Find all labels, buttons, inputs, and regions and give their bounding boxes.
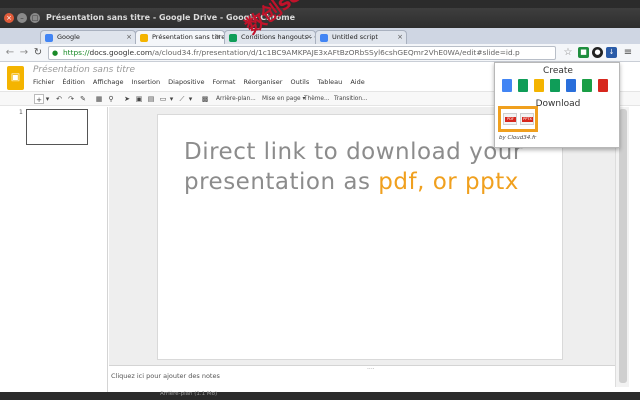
close-tab-icon[interactable]: × — [306, 31, 312, 44]
select-tool-icon[interactable]: ➤ — [122, 94, 132, 104]
shape-icon[interactable]: ▭ — [158, 94, 168, 104]
slide-filmstrip: 1 — [0, 107, 108, 392]
menu-table[interactable]: Tableau — [317, 78, 342, 86]
download-highlight-box: PDF PPTX — [498, 106, 538, 132]
scrollbar-thumb[interactable] — [619, 109, 627, 383]
slides-logo-icon[interactable]: ▣ — [7, 66, 24, 90]
close-window-button[interactable]: × — [4, 13, 14, 23]
menu-slide[interactable]: Diapositive — [168, 78, 204, 86]
line-dropdown-icon[interactable]: ▾ — [187, 94, 194, 104]
menu-bar: Fichier Édition Affichage Insertion Diap… — [33, 78, 371, 90]
menu-view[interactable]: Affichage — [93, 78, 124, 86]
slide[interactable]: Direct link to download your presentatio… — [157, 114, 563, 360]
cloud34-extension-popup: Create Download PDF PPTX by Cloud34.fr — [494, 62, 620, 148]
notes-resize-handle[interactable]: .... — [367, 364, 375, 371]
tab-untitled-script[interactable]: Untitled script × — [315, 30, 407, 44]
text-box-icon[interactable]: ▣ — [134, 94, 144, 104]
menu-file[interactable]: Fichier — [33, 78, 54, 86]
create-sheets-icon[interactable] — [518, 79, 528, 92]
menu-format[interactable]: Format — [213, 78, 236, 86]
browser-window: × – □ Présentation sans titre - Google D… — [0, 0, 640, 400]
download-pptx-button[interactable]: PPTX — [520, 113, 534, 125]
shape-dropdown-icon[interactable]: ▾ — [168, 94, 175, 104]
theme-button[interactable]: Thème... — [304, 94, 330, 104]
close-tab-icon[interactable]: × — [397, 31, 403, 44]
slide-thumbnail[interactable] — [26, 109, 88, 145]
url-scheme: https:// — [63, 48, 90, 57]
line-icon[interactable]: ⟋ — [177, 94, 187, 104]
new-slide-button[interactable]: + — [34, 94, 44, 104]
notes-placeholder: Cliquez ici pour ajouter des notes — [111, 372, 220, 380]
pptx-label: PPTX — [522, 117, 533, 122]
create-icons-row — [502, 79, 620, 93]
lock-icon: ● — [52, 49, 59, 57]
extension-green-icon[interactable]: ■ — [578, 47, 589, 58]
address-bar[interactable]: ● https://docs.google.com/a/cloud34.fr/p… — [48, 46, 556, 60]
menu-help[interactable]: Aide — [350, 78, 364, 86]
background-button[interactable]: Arrière-plan... — [216, 94, 256, 104]
create-sheets2-icon[interactable] — [550, 79, 560, 92]
undo-icon[interactable]: ↶ — [54, 94, 64, 104]
tab-label: Google — [57, 33, 80, 41]
tab-label: Untitled script — [332, 33, 378, 41]
document-title[interactable]: Présentation sans titre — [33, 65, 135, 75]
create-upload-arrow-icon[interactable] — [566, 79, 576, 92]
close-tab-icon[interactable]: × — [126, 31, 132, 44]
slide-number: 1 — [19, 109, 23, 116]
tab-label: Présentation sans titre - G — [152, 33, 225, 41]
popup-footer: by Cloud34.fr — [499, 135, 537, 141]
create-drawings-icon[interactable] — [582, 79, 592, 92]
menu-insert[interactable]: Insertion — [132, 78, 161, 86]
chrome-menu-icon[interactable]: ≡ — [622, 46, 634, 60]
comment-icon[interactable]: ▩ — [200, 94, 210, 104]
zoom-fit-icon[interactable]: ▦ — [94, 94, 104, 104]
image-icon[interactable]: ▤ — [146, 94, 156, 104]
new-slide-dropdown-icon[interactable]: ▾ — [44, 94, 51, 104]
tab-strip: Google × Présentation sans titre - G × C… — [0, 28, 640, 44]
zoom-icon[interactable]: ⚲ — [106, 94, 116, 104]
cloud34-extension-icon[interactable]: ↓ — [606, 47, 617, 58]
back-arrow-icon[interactable]: ← — [4, 46, 16, 60]
reload-icon[interactable]: ↻ — [32, 46, 44, 60]
extension-black-icon[interactable]: ● — [592, 47, 603, 58]
pdf-label: PDF — [505, 117, 516, 122]
tab-presentation[interactable]: Présentation sans titre - G × — [135, 30, 225, 44]
maximize-window-button[interactable]: □ — [30, 13, 40, 23]
slides-favicon-icon — [140, 34, 148, 42]
bookmark-star-icon[interactable]: ☆ — [562, 46, 574, 60]
vertical-scrollbar[interactable] — [615, 107, 629, 387]
forward-arrow-icon[interactable]: → — [18, 46, 30, 60]
menu-arrange[interactable]: Réorganiser — [244, 78, 283, 86]
status-bar: Arrière-plan (1.1 Mo) — [0, 391, 640, 400]
window-titlebar: × – □ Présentation sans titre - Google D… — [0, 8, 640, 28]
create-docs-icon[interactable] — [502, 79, 512, 92]
docs-favicon-icon — [229, 34, 237, 42]
script-favicon-icon — [320, 34, 328, 42]
url-host: docs.google.com — [89, 48, 153, 57]
layout-button[interactable]: Mise en page ▾ — [262, 94, 305, 104]
status-text: Arrière-plan (1.1 Mo) — [160, 391, 218, 397]
menu-tools[interactable]: Outils — [290, 78, 309, 86]
tab-hangouts-terms[interactable]: Conditions hangouts - Go × — [224, 30, 316, 44]
paint-format-icon[interactable]: ✎ — [78, 94, 88, 104]
tab-google[interactable]: Google × — [40, 30, 136, 44]
url-path: /a/cloud34.fr/presentation/d/1c1BC9AMKPA… — [152, 48, 520, 57]
transition-button[interactable]: Transition... — [334, 94, 368, 104]
create-pdf-icon[interactable] — [598, 79, 608, 92]
download-pdf-button[interactable]: PDF — [503, 113, 517, 125]
google-favicon-icon — [45, 34, 53, 42]
create-heading: Create — [543, 66, 573, 76]
redo-icon[interactable]: ↷ — [66, 94, 76, 104]
create-slides-icon[interactable] — [534, 79, 544, 92]
minimize-window-button[interactable]: – — [17, 13, 27, 23]
navigation-bar: ← → ↻ ● https://docs.google.com/a/cloud3… — [0, 44, 640, 62]
slide-text-formats: pdf, or pptx — [378, 169, 519, 195]
menu-edit[interactable]: Édition — [62, 78, 85, 86]
close-tab-icon[interactable]: × — [215, 31, 221, 44]
speaker-notes[interactable]: .... Cliquez ici pour ajouter des notes — [109, 364, 615, 387]
